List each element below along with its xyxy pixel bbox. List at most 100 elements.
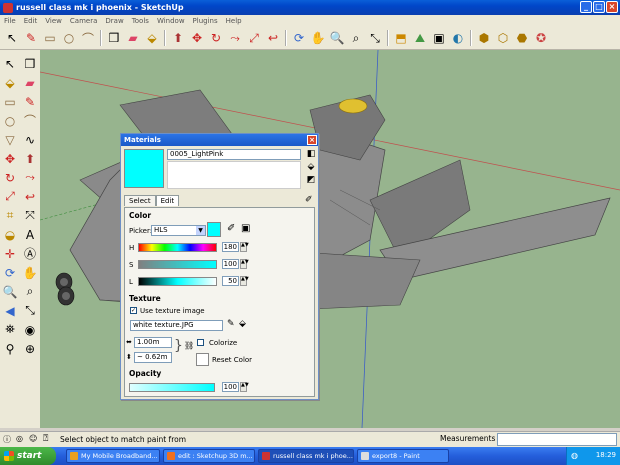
user-icon[interactable]: ☺ xyxy=(29,434,37,443)
rotate-tool-icon[interactable]: ↻ xyxy=(0,168,20,187)
browse-texture-icon[interactable]: ⬙ xyxy=(239,319,246,329)
colorize-checkbox[interactable] xyxy=(197,339,204,346)
zoom-window-icon[interactable]: ⌕ xyxy=(347,29,365,47)
protractor-tool-icon[interactable]: ◒ xyxy=(0,225,20,244)
circle-tool-icon[interactable]: ○ xyxy=(0,111,20,130)
google-earth-icon[interactable]: ◐ xyxy=(449,29,467,47)
start-button[interactable]: start xyxy=(0,447,56,465)
menu-file[interactable]: File xyxy=(4,17,16,25)
maximize-button[interactable]: □ xyxy=(593,1,605,13)
window-title-bar[interactable]: russell class mk i phoenix - SketchUp _ … xyxy=(0,0,620,15)
help-icon[interactable]: ⍰ xyxy=(43,434,48,444)
geo-location-icon[interactable]: ⓘ xyxy=(3,434,11,445)
match-color-object-icon[interactable]: ✐ xyxy=(227,223,235,234)
texture-height-field[interactable]: ~ 0.62m xyxy=(134,352,172,363)
material-name-field[interactable]: 0005_LightPink xyxy=(167,149,301,160)
eraser-tool-icon[interactable]: ▰ xyxy=(124,29,142,47)
taskbar-item-browser[interactable]: edit : Sketchup 3D m... xyxy=(163,449,255,463)
menu-edit[interactable]: Edit xyxy=(24,17,38,25)
walk-tool-icon[interactable]: ⚲ xyxy=(0,339,20,358)
credits-icon[interactable]: ◎ xyxy=(16,434,23,443)
arc-tool-icon[interactable]: ⌒ xyxy=(20,111,40,130)
menu-window[interactable]: Window xyxy=(157,17,185,25)
materials-title-bar[interactable]: Materials × xyxy=(121,134,318,146)
push-pull-tool-icon[interactable]: ⬆ xyxy=(20,149,40,168)
scale-tool-icon[interactable]: ⤢ xyxy=(245,29,263,47)
rotate-tool-icon[interactable]: ↻ xyxy=(207,29,225,47)
menu-plugins[interactable]: Plugins xyxy=(193,17,218,25)
taskbar-item-broadband[interactable]: My Mobile Broadband... xyxy=(66,449,160,463)
3d-text-icon[interactable]: Ⓐ xyxy=(20,244,40,263)
menu-tools[interactable]: Tools xyxy=(132,17,149,25)
make-component-icon[interactable]: ❒ xyxy=(105,29,123,47)
hue-value[interactable]: 180 xyxy=(222,242,239,252)
add-location-icon[interactable]: ⬒ xyxy=(392,29,410,47)
select-tool-icon[interactable]: ↖ xyxy=(0,54,20,73)
tab-select[interactable]: Select xyxy=(124,195,156,206)
match-color-screen-icon[interactable]: ▣ xyxy=(241,223,250,234)
share-model-icon[interactable]: ⬡ xyxy=(494,29,512,47)
orbit-tool-icon[interactable]: ⟳ xyxy=(290,29,308,47)
close-button[interactable]: × xyxy=(606,1,618,13)
lightness-slider[interactable] xyxy=(138,277,217,286)
select-tool-icon[interactable]: ↖ xyxy=(3,29,21,47)
orbit-tool-icon[interactable]: ⟳ xyxy=(0,263,20,282)
opacity-slider[interactable] xyxy=(129,383,215,392)
menu-view[interactable]: View xyxy=(45,17,62,25)
move-tool-icon[interactable]: ✥ xyxy=(0,149,20,168)
previous-view-icon[interactable]: ◀ xyxy=(0,301,20,320)
picker-select[interactable]: HLS ▼ xyxy=(151,225,206,236)
display-secondary-icon[interactable]: ◧ xyxy=(305,149,317,160)
lightness-spinner[interactable]: ▲▼ xyxy=(240,276,249,286)
line-tool-icon[interactable]: ✎ xyxy=(20,92,40,111)
dimension-tool-icon[interactable]: ⤧ xyxy=(20,206,40,225)
saturation-slider[interactable] xyxy=(138,260,217,269)
push-pull-tool-icon[interactable]: ⬆ xyxy=(169,29,187,47)
menu-help[interactable]: Help xyxy=(226,17,242,25)
sample-paint-icon[interactable]: ✐ xyxy=(305,195,313,205)
polygon-tool-icon[interactable]: ▽ xyxy=(0,130,20,149)
taskbar-item-paint[interactable]: export8 - Paint xyxy=(357,449,449,463)
texture-width-field[interactable]: 1.00m xyxy=(134,337,172,348)
axes-tool-icon[interactable]: ✛ xyxy=(0,244,20,263)
component-tool-icon[interactable]: ❒ xyxy=(20,54,40,73)
offset-tool-icon[interactable]: ↩ xyxy=(264,29,282,47)
texture-file-field[interactable]: white texture.JPG xyxy=(130,320,223,331)
tab-edit[interactable]: Edit xyxy=(155,195,180,206)
edit-texture-icon[interactable]: ✎ xyxy=(227,319,235,329)
use-texture-checkbox[interactable]: ✓ xyxy=(130,307,137,314)
position-camera-icon[interactable]: ⛯ xyxy=(0,320,20,339)
eraser-tool-icon[interactable]: ▰ xyxy=(20,73,40,92)
circle-tool-icon[interactable]: ○ xyxy=(60,29,78,47)
extension-warehouse-icon[interactable]: ✪ xyxy=(532,29,550,47)
follow-me-icon[interactable]: ⤳ xyxy=(20,168,40,187)
network-icon[interactable]: ◍ xyxy=(571,451,578,460)
section-plane-icon[interactable]: ⊕ xyxy=(20,339,40,358)
saturation-value[interactable]: 100 xyxy=(222,259,239,269)
create-material-icon[interactable]: ⬙ xyxy=(305,162,317,173)
follow-me-icon[interactable]: ⤳ xyxy=(226,29,244,47)
photo-textures-icon[interactable]: ▣ xyxy=(430,29,448,47)
tape-measure-icon[interactable]: ⌗ xyxy=(0,206,20,225)
chain-link-icon[interactable]: ⛓ xyxy=(184,341,194,350)
hue-slider[interactable] xyxy=(138,243,217,252)
rectangle-tool-icon[interactable]: ▭ xyxy=(0,92,20,111)
lightness-value[interactable]: 50 xyxy=(222,276,239,286)
offset-tool-icon[interactable]: ↩ xyxy=(20,187,40,206)
taskbar-item-sketchup[interactable]: russell class mk i phoe... xyxy=(258,449,354,463)
pencil-tool-icon[interactable]: ✎ xyxy=(22,29,40,47)
zoom-window-icon[interactable]: ⌕ xyxy=(20,282,40,301)
reset-color-label[interactable]: Reset Color xyxy=(212,356,252,364)
materials-close-button[interactable]: × xyxy=(307,135,317,145)
text-tool-icon[interactable]: A xyxy=(20,225,40,244)
scale-tool-icon[interactable]: ⤢ xyxy=(0,187,20,206)
default-material-icon[interactable]: ◩ xyxy=(305,175,317,186)
pan-tool-icon[interactable]: ✋ xyxy=(20,263,40,282)
menu-camera[interactable]: Camera xyxy=(70,17,97,25)
look-around-icon[interactable]: ◉ xyxy=(20,320,40,339)
terrain-icon[interactable]: ⛰ xyxy=(411,29,429,47)
zoom-extents-icon[interactable]: ⤡ xyxy=(366,29,384,47)
zoom-tool-icon[interactable]: 🔍 xyxy=(0,282,20,301)
freehand-tool-icon[interactable]: ∿ xyxy=(20,130,40,149)
get-models-icon[interactable]: ⬢ xyxy=(475,29,493,47)
